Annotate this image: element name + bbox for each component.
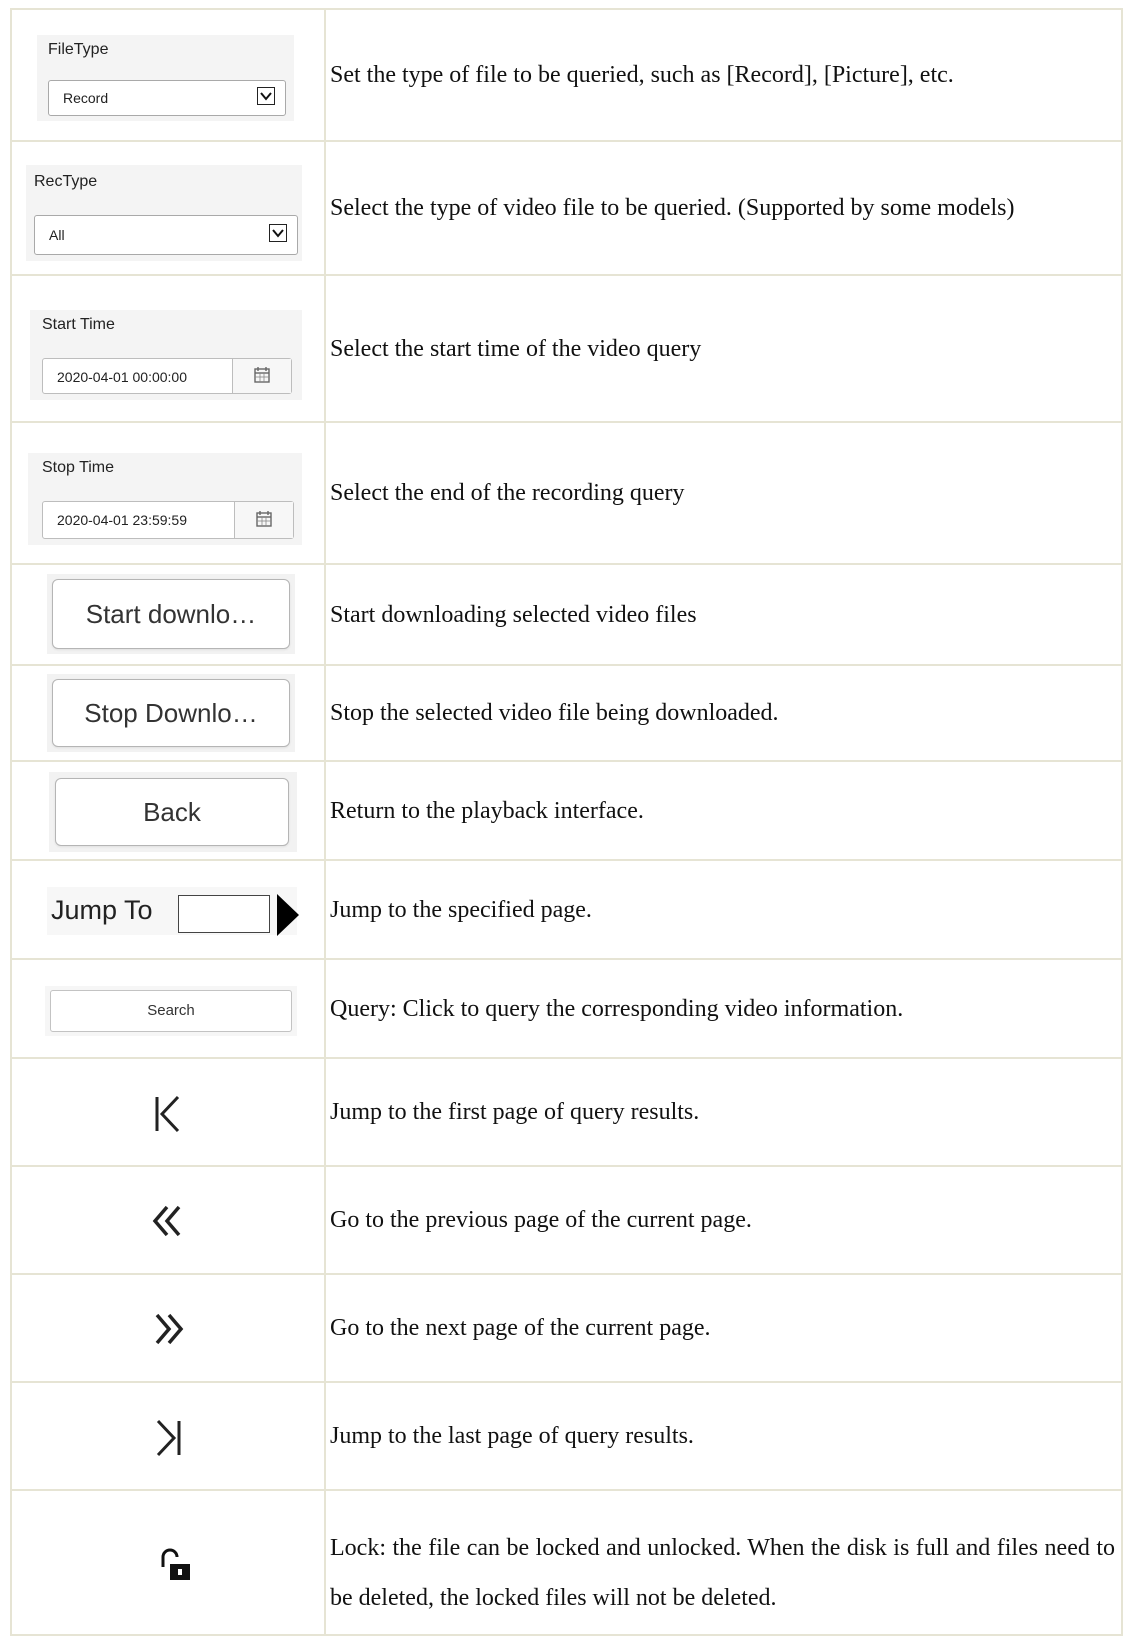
first-page-icon[interactable] — [12, 1059, 324, 1165]
description-cell: Jump to the first page of query results. — [324, 1057, 1123, 1167]
function-description-table: FileType Record Set the type of file to … — [10, 8, 1123, 1636]
widget-cell: Start Time 2020-04-01 00:00:00 — [10, 274, 326, 423]
description-cell: Lock: the file can be locked and unlocke… — [324, 1489, 1123, 1636]
stop-download-button[interactable]: Stop Downlo… — [52, 679, 290, 747]
description-cell: Set the type of file to be queried, such… — [324, 8, 1123, 142]
table-row: Search Query: Click to query the corresp… — [10, 958, 1123, 1059]
next-page-icon[interactable] — [12, 1275, 324, 1381]
widget-cell — [10, 1057, 326, 1167]
previous-page-icon[interactable] — [12, 1167, 324, 1273]
description-cell: Select the start time of the video query — [324, 274, 1123, 423]
rectype-panel: RecType All — [26, 165, 302, 261]
stop-time-value: 2020-04-01 23:59:59 — [57, 512, 187, 528]
widget-cell — [10, 1273, 326, 1383]
jump-to-label: Jump To — [51, 895, 153, 925]
description-cell: Return to the playback interface. — [324, 760, 1123, 861]
table-row: RecType All Select the type of video fil… — [10, 140, 1123, 276]
table-row: Go to the next page of the current page. — [10, 1273, 1123, 1383]
unlock-icon[interactable] — [12, 1491, 324, 1634]
stop-time-panel: Stop Time 2020-04-01 23:59:59 — [28, 453, 302, 545]
back-button[interactable]: Back — [55, 778, 289, 846]
rectype-label: RecType — [34, 173, 98, 190]
widget-cell — [10, 1165, 326, 1275]
table-row: Jump To Jump to the specified page. — [10, 859, 1123, 960]
widget-cell: FileType Record — [10, 8, 326, 142]
description-cell: Select the type of video file to be quer… — [324, 140, 1123, 276]
last-page-icon[interactable] — [12, 1383, 324, 1489]
table-row: Stop Downlo… Stop the selected video fil… — [10, 664, 1123, 762]
description-cell: Jump to the specified page. — [324, 859, 1123, 960]
description-cell: Start downloading selected video files — [324, 563, 1123, 666]
widget-cell: Jump To — [10, 859, 326, 960]
start-time-panel: Start Time 2020-04-01 00:00:00 — [30, 310, 302, 400]
widget-cell: Back — [10, 760, 326, 861]
table-row: FileType Record Set the type of file to … — [10, 8, 1123, 142]
table-row: Jump to the last page of query results. — [10, 1381, 1123, 1491]
calendar-icon[interactable] — [232, 359, 291, 393]
widget-cell: RecType All — [10, 140, 326, 276]
widget-cell: Stop Time 2020-04-01 23:59:59 — [10, 421, 326, 565]
widget-cell — [10, 1381, 326, 1491]
rectype-value: All — [49, 227, 65, 243]
stop-time-label: Stop Time — [42, 459, 115, 476]
table-row: Back Return to the playback interface. — [10, 760, 1123, 861]
play-triangle-icon[interactable] — [277, 894, 299, 941]
table-row: Start downlo… Start downloading selected… — [10, 563, 1123, 666]
chevron-down-icon — [257, 87, 275, 105]
filetype-select[interactable]: Record — [48, 80, 286, 116]
description-cell: Query: Click to query the corresponding … — [324, 958, 1123, 1059]
start-download-button[interactable]: Start downlo… — [52, 579, 290, 649]
widget-cell — [10, 1489, 326, 1636]
table-row: Stop Time 2020-04-01 23:59:59 Select the… — [10, 421, 1123, 565]
stop-time-input[interactable]: 2020-04-01 23:59:59 — [42, 501, 294, 539]
table-row: Lock: the file can be locked and unlocke… — [10, 1489, 1123, 1636]
description-cell: Select the end of the recording query — [324, 421, 1123, 565]
table-row: Start Time 2020-04-01 00:00:00 Select th… — [10, 274, 1123, 423]
table-row: Jump to the first page of query results. — [10, 1057, 1123, 1167]
rectype-select[interactable]: All — [34, 215, 298, 255]
filetype-value: Record — [63, 90, 109, 106]
filetype-label: FileType — [48, 41, 109, 58]
description-cell: Go to the next page of the current page. — [324, 1273, 1123, 1383]
calendar-icon[interactable] — [234, 502, 293, 538]
widget-cell: Stop Downlo… — [10, 664, 326, 762]
start-time-value: 2020-04-01 00:00:00 — [57, 369, 187, 385]
description-cell: Go to the previous page of the current p… — [324, 1165, 1123, 1275]
filetype-panel: FileType Record — [37, 35, 294, 121]
description-cell: Stop the selected video file being downl… — [324, 664, 1123, 762]
page-number-input[interactable] — [178, 895, 270, 933]
description-cell: Jump to the last page of query results. — [324, 1381, 1123, 1491]
chevron-down-icon — [269, 224, 287, 242]
start-time-label: Start Time — [42, 316, 115, 333]
search-button[interactable]: Search — [50, 990, 292, 1032]
widget-cell: Start downlo… — [10, 563, 326, 666]
widget-cell: Search — [10, 958, 326, 1059]
table-row: Go to the previous page of the current p… — [10, 1165, 1123, 1275]
start-time-input[interactable]: 2020-04-01 00:00:00 — [42, 358, 292, 394]
